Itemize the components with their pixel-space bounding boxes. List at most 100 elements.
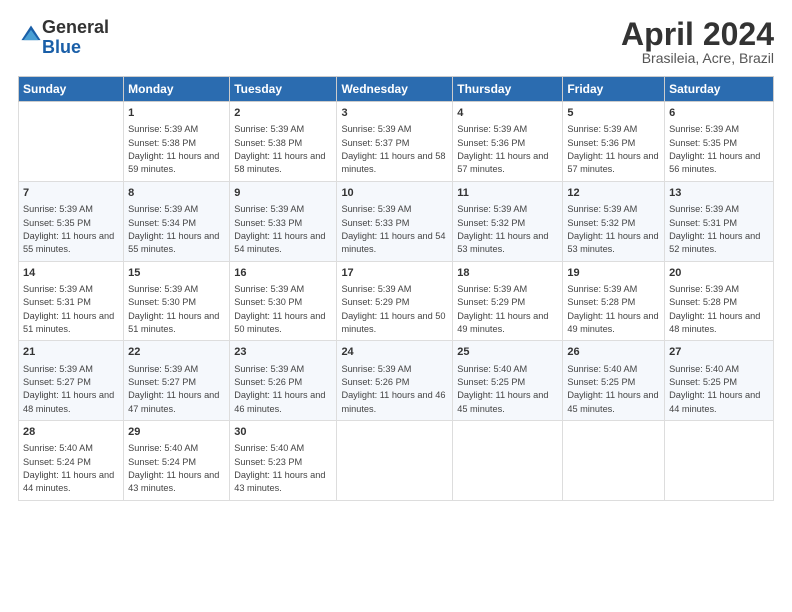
day-number: 5 [567,106,660,121]
col-tuesday: Tuesday [230,77,337,102]
week-row-2: 14Sunrise: 5:39 AM Sunset: 5:31 PM Dayli… [19,261,774,341]
day-number: 10 [341,186,448,201]
col-wednesday: Wednesday [337,77,453,102]
cell-0-3: 3 Sunrise: 5:39 AM Sunset: 5:37 PM Daylig… [337,102,453,182]
day-number: 13 [669,186,769,201]
cell-info: Sunrise: 5:39 AM Sunset: 5:33 PM Dayligh… [341,203,448,256]
day-number: 7 [23,186,119,201]
cell-2-4: 18 Sunrise: 5:39 AM Sunset: 5:29 PM Dayli… [453,261,563,341]
day-number: 17 [341,266,448,281]
day-number: 23 [234,345,332,360]
cell-info: Sunrise: 5:39 AM Sunset: 5:37 PM Dayligh… [341,123,448,176]
logo-general-text: General [42,18,109,38]
cell-info: Sunrise: 5:39 AM Sunset: 5:27 PM Dayligh… [128,363,225,416]
cell-info: Sunrise: 5:39 AM Sunset: 5:29 PM Dayligh… [341,283,448,336]
logo-icon [20,24,42,46]
day-number: 11 [457,186,558,201]
cell-info: Sunrise: 5:40 AM Sunset: 5:24 PM Dayligh… [23,442,119,495]
cell-2-0: 14Sunrise: 5:39 AM Sunset: 5:31 PM Dayli… [19,261,124,341]
day-number: 15 [128,266,225,281]
cell-1-4: 11Sunrise: 5:39 AM Sunset: 5:32 PM Dayli… [453,181,563,261]
cell-info: Sunrise: 5:39 AM Sunset: 5:34 PM Dayligh… [128,203,225,256]
cell-1-1: 8 Sunrise: 5:39 AM Sunset: 5:34 PM Daylig… [124,181,230,261]
week-row-3: 21Sunrise: 5:39 AM Sunset: 5:27 PM Dayli… [19,341,774,421]
cell-2-2: 16Sunrise: 5:39 AM Sunset: 5:30 PM Dayli… [230,261,337,341]
cell-3-4: 25Sunrise: 5:40 AM Sunset: 5:25 PM Dayli… [453,341,563,421]
cell-2-3: 17 Sunrise: 5:39 AM Sunset: 5:29 PM Dayli… [337,261,453,341]
cell-info: Sunrise: 5:40 AM Sunset: 5:25 PM Dayligh… [457,363,558,416]
cell-info: Sunrise: 5:39 AM Sunset: 5:26 PM Dayligh… [234,363,332,416]
day-number: 6 [669,106,769,121]
cell-info: Sunrise: 5:39 AM Sunset: 5:26 PM Dayligh… [341,363,448,416]
logo: General Blue [18,18,109,58]
col-thursday: Thursday [453,77,563,102]
cell-0-5: 5 Sunrise: 5:39 AM Sunset: 5:36 PM Daylig… [563,102,665,182]
cell-4-2: 30Sunrise: 5:40 AM Sunset: 5:23 PM Dayli… [230,421,337,501]
cell-info: Sunrise: 5:39 AM Sunset: 5:36 PM Dayligh… [567,123,660,176]
month-title: April 2024 [621,18,774,50]
cell-info: Sunrise: 5:40 AM Sunset: 5:23 PM Dayligh… [234,442,332,495]
cell-0-2: 2Sunrise: 5:39 AM Sunset: 5:38 PM Daylig… [230,102,337,182]
day-number: 18 [457,266,558,281]
day-number: 22 [128,345,225,360]
cell-3-6: 27 Sunrise: 5:40 AM Sunset: 5:25 PM Dayli… [665,341,774,421]
cell-info: Sunrise: 5:39 AM Sunset: 5:27 PM Dayligh… [23,363,119,416]
cell-info: Sunrise: 5:40 AM Sunset: 5:25 PM Dayligh… [669,363,769,416]
day-number: 19 [567,266,660,281]
cell-3-0: 21Sunrise: 5:39 AM Sunset: 5:27 PM Dayli… [19,341,124,421]
cell-4-3 [337,421,453,501]
day-number: 1 [128,106,225,121]
day-number: 8 [128,186,225,201]
day-number: 2 [234,106,332,121]
calendar-table: Sunday Monday Tuesday Wednesday Thursday… [18,76,774,501]
day-number: 27 [669,345,769,360]
week-row-0: 1 Sunrise: 5:39 AM Sunset: 5:38 PM Daylig… [19,102,774,182]
logo-text: General Blue [42,18,109,58]
cell-3-2: 23 Sunrise: 5:39 AM Sunset: 5:26 PM Dayli… [230,341,337,421]
cell-2-5: 19 Sunrise: 5:39 AM Sunset: 5:28 PM Dayli… [563,261,665,341]
cell-info: Sunrise: 5:39 AM Sunset: 5:30 PM Dayligh… [128,283,225,336]
header: General Blue April 2024 Brasileia, Acre,… [18,18,774,66]
day-number: 12 [567,186,660,201]
cell-0-6: 6 Sunrise: 5:39 AM Sunset: 5:35 PM Daylig… [665,102,774,182]
cell-info: Sunrise: 5:39 AM Sunset: 5:36 PM Dayligh… [457,123,558,176]
cell-3-1: 22 Sunrise: 5:39 AM Sunset: 5:27 PM Dayli… [124,341,230,421]
day-number: 16 [234,266,332,281]
cell-info: Sunrise: 5:39 AM Sunset: 5:38 PM Dayligh… [128,123,225,176]
day-number: 24 [341,345,448,360]
cell-4-1: 29Sunrise: 5:40 AM Sunset: 5:24 PM Dayli… [124,421,230,501]
cell-3-5: 26 Sunrise: 5:40 AM Sunset: 5:25 PM Dayli… [563,341,665,421]
cell-1-3: 10 Sunrise: 5:39 AM Sunset: 5:33 PM Dayli… [337,181,453,261]
col-sunday: Sunday [19,77,124,102]
cell-1-5: 12Sunrise: 5:39 AM Sunset: 5:32 PM Dayli… [563,181,665,261]
day-number: 26 [567,345,660,360]
week-row-1: 7 Sunrise: 5:39 AM Sunset: 5:35 PM Daylig… [19,181,774,261]
cell-2-1: 15 Sunrise: 5:39 AM Sunset: 5:30 PM Dayli… [124,261,230,341]
day-number: 9 [234,186,332,201]
cell-0-4: 4Sunrise: 5:39 AM Sunset: 5:36 PM Daylig… [453,102,563,182]
cell-4-6 [665,421,774,501]
location: Brasileia, Acre, Brazil [621,50,774,66]
title-section: April 2024 Brasileia, Acre, Brazil [621,18,774,66]
cell-info: Sunrise: 5:40 AM Sunset: 5:25 PM Dayligh… [567,363,660,416]
col-monday: Monday [124,77,230,102]
cell-info: Sunrise: 5:39 AM Sunset: 5:35 PM Dayligh… [669,123,769,176]
cell-4-0: 28 Sunrise: 5:40 AM Sunset: 5:24 PM Dayli… [19,421,124,501]
cell-info: Sunrise: 5:39 AM Sunset: 5:29 PM Dayligh… [457,283,558,336]
cell-info: Sunrise: 5:39 AM Sunset: 5:28 PM Dayligh… [567,283,660,336]
cell-info: Sunrise: 5:39 AM Sunset: 5:33 PM Dayligh… [234,203,332,256]
header-row: Sunday Monday Tuesday Wednesday Thursday… [19,77,774,102]
day-number: 28 [23,425,119,440]
col-friday: Friday [563,77,665,102]
cell-1-0: 7 Sunrise: 5:39 AM Sunset: 5:35 PM Daylig… [19,181,124,261]
cell-info: Sunrise: 5:39 AM Sunset: 5:35 PM Dayligh… [23,203,119,256]
col-saturday: Saturday [665,77,774,102]
day-number: 3 [341,106,448,121]
cell-4-4 [453,421,563,501]
day-number: 20 [669,266,769,281]
logo-blue-text: Blue [42,38,109,58]
cell-2-6: 20Sunrise: 5:39 AM Sunset: 5:28 PM Dayli… [665,261,774,341]
cell-1-6: 13Sunrise: 5:39 AM Sunset: 5:31 PM Dayli… [665,181,774,261]
cell-4-5 [563,421,665,501]
day-number: 14 [23,266,119,281]
